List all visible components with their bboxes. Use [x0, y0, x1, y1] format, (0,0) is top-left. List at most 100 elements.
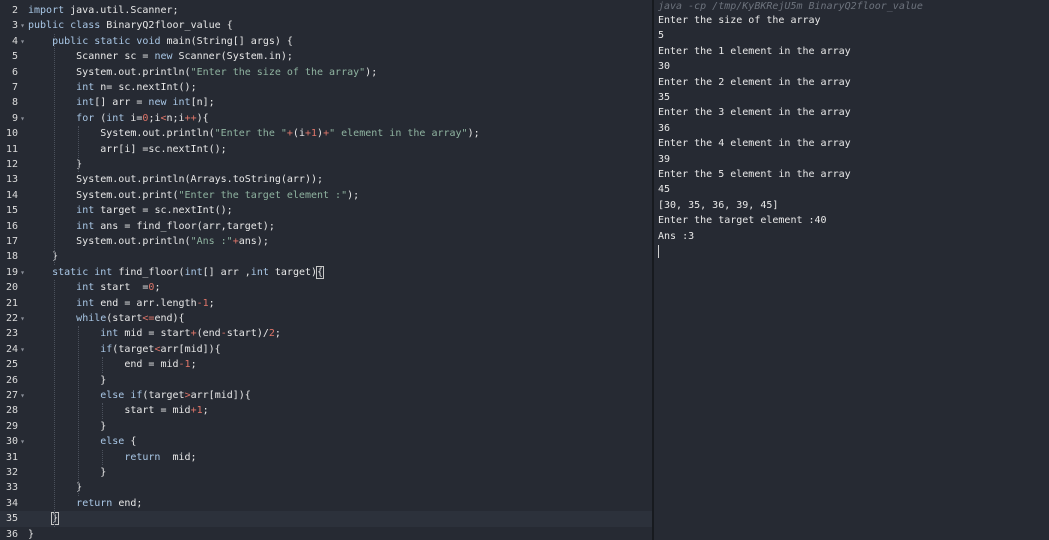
code-text[interactable]: } — [28, 419, 106, 434]
code-line[interactable]: 12 } — [0, 157, 652, 172]
code-text[interactable]: } — [28, 373, 106, 388]
line-gutter: 17 — [0, 234, 26, 249]
code-line[interactable]: 14 System.out.print("Enter the target el… — [0, 188, 652, 203]
line-gutter: 31 — [0, 450, 26, 465]
code-text[interactable]: int mid = start+(end-start)/2; — [28, 326, 281, 341]
fold-arrow-icon[interactable]: ▾ — [20, 434, 25, 449]
code-line[interactable]: 22 ▾ while(start<=end){ — [0, 311, 652, 326]
line-number: 4 — [11, 35, 18, 47]
code-text[interactable]: public static void main(String[] args) { — [28, 34, 293, 49]
code-text[interactable]: System.out.println("Enter the size of th… — [28, 65, 377, 80]
fold-arrow-icon[interactable]: ▾ — [20, 111, 25, 126]
indent-guide — [78, 326, 80, 496]
code-line[interactable]: 35 } — [0, 511, 652, 527]
code-text[interactable]: while(start<=end){ — [28, 311, 184, 326]
code-line[interactable]: 27 ▾ else if(target>arr[mid]){ — [0, 388, 652, 403]
code-line[interactable]: 17 System.out.println("Ans :"+ans); — [0, 234, 652, 249]
indent-guide — [102, 449, 104, 465]
code-text[interactable]: System.out.println("Enter the "+(i+1)+" … — [28, 126, 479, 141]
console-caret[interactable] — [658, 245, 659, 258]
code-text[interactable]: System.out.println("Ans :"+ans); — [28, 234, 269, 249]
fold-arrow-icon[interactable]: ▾ — [20, 18, 25, 33]
code-line[interactable]: 4 ▾ public static void main(String[] args… — [0, 34, 652, 49]
code-text[interactable]: else if(target>arr[mid]){ — [28, 388, 251, 403]
line-number: 5 — [11, 51, 18, 63]
code-line[interactable]: 23 int mid = start+(end-start)/2; — [0, 326, 652, 341]
code-line[interactable]: 19 ▾ static int find_floor(int[] arr ,int… — [0, 265, 652, 280]
code-line[interactable]: 26 } — [0, 373, 652, 388]
code-text[interactable]: else { — [28, 434, 136, 449]
code-line[interactable]: 31 return mid; — [0, 450, 652, 465]
console-output-line: 45 — [658, 184, 671, 196]
code-editor[interactable]: 2 import java.util.Scanner; 3 ▾ public class… — [0, 0, 652, 540]
line-gutter: 18 — [0, 249, 26, 264]
code-line[interactable]: 5 Scanner sc = new Scanner(System.in); — [0, 49, 652, 64]
line-number: 31 — [5, 451, 18, 463]
code-text[interactable]: for (int i=0;i<n;i++){ — [28, 111, 209, 126]
code-text[interactable]: } — [28, 157, 82, 172]
code-line[interactable]: 2 import java.util.Scanner; — [0, 3, 652, 18]
code-line[interactable]: 18 } — [0, 249, 652, 264]
line-number: 22 — [5, 313, 18, 324]
code-line[interactable]: 25 end = mid-1; — [0, 357, 652, 372]
line-number: 7 — [11, 82, 18, 93]
code-text[interactable]: int end = arr.length-1; — [28, 296, 215, 311]
fold-arrow-icon[interactable]: ▾ — [20, 342, 25, 357]
line-gutter: 35 — [0, 511, 26, 526]
code-text[interactable]: start = mid+1; — [28, 403, 208, 418]
code-line[interactable]: 8 int[] arr = new int[n]; — [0, 95, 652, 110]
code-text[interactable]: if(target<arr[mid]){ — [28, 342, 220, 357]
code-line[interactable]: 36} — [0, 527, 652, 540]
code-line[interactable]: 10 System.out.println("Enter the "+(i+1)… — [0, 126, 652, 141]
code-text[interactable]: int target = sc.nextInt(); — [28, 203, 233, 218]
code-line[interactable]: 20 int start =0; — [0, 280, 652, 295]
line-gutter: 9 ▾ — [0, 111, 26, 126]
code-text[interactable]: int[] arr = new int[n]; — [28, 95, 215, 110]
code-text[interactable]: return end; — [28, 496, 142, 511]
code-line[interactable]: 24 ▾ if(target<arr[mid]){ — [0, 342, 652, 357]
code-line[interactable]: 11 arr[i] =sc.nextInt(); — [0, 142, 652, 157]
code-text[interactable]: public class BinaryQ2floor_value { — [28, 18, 233, 33]
code-text[interactable]: System.out.print("Enter the target eleme… — [28, 188, 359, 203]
code-text[interactable]: import java.util.Scanner; — [28, 3, 179, 18]
code-text[interactable]: } — [28, 465, 106, 480]
code-text[interactable]: } — [28, 527, 34, 540]
line-number: 3 — [11, 20, 18, 32]
indent-guide — [54, 33, 56, 265]
code-line[interactable]: 29 } — [0, 419, 652, 434]
fold-arrow-icon[interactable]: ▾ — [20, 34, 25, 49]
code-line[interactable]: 34 return end; — [0, 496, 652, 511]
console-command: java -cp /tmp/KyBKRejU5m BinaryQ2floor_v… — [658, 1, 923, 12]
fold-arrow-icon[interactable]: ▾ — [20, 311, 25, 326]
code-line[interactable]: 9 ▾ for (int i=0;i<n;i++){ — [0, 111, 652, 126]
output-console[interactable]: java -cp /tmp/KyBKRejU5m BinaryQ2floor_v… — [654, 0, 1049, 540]
fold-arrow-icon[interactable]: ▾ — [20, 388, 25, 403]
line-number: 8 — [11, 97, 18, 109]
line-gutter: 14 — [0, 188, 26, 203]
console-output-line: Enter the 3 element in the array — [658, 107, 851, 119]
line-gutter: 3 ▾ — [0, 18, 26, 33]
code-line[interactable]: 32 } — [0, 465, 652, 480]
code-line[interactable]: 21 int end = arr.length-1; — [0, 296, 652, 311]
code-text[interactable]: static int find_floor(int[] arr ,int tar… — [28, 265, 325, 280]
fold-arrow-icon[interactable]: ▾ — [20, 265, 25, 280]
code-text[interactable]: } — [28, 480, 82, 495]
line-number: 25 — [5, 359, 18, 371]
code-text[interactable]: Scanner sc = new Scanner(System.in); — [28, 49, 293, 64]
code-text[interactable]: arr[i] =sc.nextInt(); — [28, 142, 226, 157]
code-line[interactable]: 30 ▾ else { — [0, 434, 652, 449]
code-line[interactable]: 16 int ans = find_floor(arr,target); — [0, 219, 652, 234]
code-text[interactable]: int ans = find_floor(arr,target); — [28, 219, 275, 234]
code-line[interactable]: 15 int target = sc.nextInt(); — [0, 203, 652, 218]
code-line[interactable]: 7 int n= sc.nextInt(); — [0, 80, 652, 95]
line-number: 9 — [11, 112, 18, 124]
code-text[interactable]: System.out.println(Arrays.toString(arr))… — [28, 172, 323, 187]
code-line[interactable]: 3 ▾ public class BinaryQ2floor_value { — [0, 18, 652, 33]
line-gutter: 16 — [0, 219, 26, 234]
line-gutter: 27 ▾ — [0, 388, 26, 403]
code-line[interactable]: 13 System.out.println(Arrays.toString(ar… — [0, 172, 652, 187]
code-line[interactable]: 6 System.out.println("Enter the size of … — [0, 65, 652, 80]
code-text[interactable]: int start =0; — [28, 280, 160, 295]
code-line[interactable]: 33 } — [0, 480, 652, 495]
code-line[interactable]: 28 start = mid+1; — [0, 403, 652, 418]
